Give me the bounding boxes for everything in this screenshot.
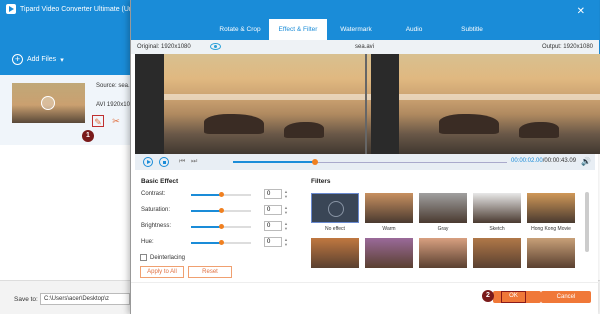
cut-icon[interactable]: ✂ — [110, 115, 122, 127]
reset-button[interactable]: Reset — [188, 266, 232, 278]
brightness-slider-fill — [191, 226, 221, 228]
tab-subtitle[interactable]: Subtitle — [443, 19, 501, 40]
time-display: 00:00:02.00/00:00:43.09 — [511, 158, 576, 164]
filter-thumbnail[interactable] — [365, 238, 413, 268]
contrast-label: Contrast: — [141, 191, 166, 197]
filter-label: No effect — [325, 226, 345, 232]
contrast-slider-handle[interactable] — [218, 192, 224, 197]
stop-icon[interactable] — [159, 157, 169, 167]
filter-thumbnail[interactable] — [311, 238, 359, 268]
contrast-stepper[interactable]: ▲ ▼ — [284, 189, 288, 199]
hue-slider-handle[interactable] — [218, 240, 224, 245]
save-to-label: Save to: — [14, 296, 38, 303]
app-title: Tipard Video Converter Ultimate (Unre — [20, 5, 140, 13]
filter-thumbnail[interactable] — [473, 238, 521, 268]
saturation-input[interactable]: 0 — [264, 205, 282, 215]
filters-scrollbar[interactable] — [585, 192, 589, 252]
deinterlacing-checkbox[interactable] — [140, 254, 147, 261]
output-resolution: Output: 1920x1080 — [541, 44, 593, 50]
contrast-slider-fill — [191, 194, 221, 196]
previous-frame-icon[interactable]: ⏮ — [179, 158, 186, 166]
saturation-label: Saturation: — [141, 207, 171, 213]
app-title-bar: Tipard Video Converter Ultimate (Unre — [6, 4, 139, 14]
brightness-slider-handle[interactable] — [218, 224, 224, 229]
filter-no-effect[interactable] — [311, 193, 359, 223]
playback-controls: ⏮ ⏭ 00:00:02.00/00:00:43.09 🔊 — [135, 154, 595, 170]
add-files-button[interactable]: + Add Files ▾ — [12, 54, 64, 65]
play-icon[interactable] — [143, 157, 153, 167]
cancel-button[interactable]: Cancel — [541, 291, 591, 303]
step-badge-1: 1 — [82, 130, 94, 142]
hue-slider-fill — [191, 242, 221, 244]
edit-tools: ✎ ✂ — [92, 115, 122, 127]
file-list-item[interactable]: Source: sea. AVI 1920x10 ✎ ✂ — [0, 75, 130, 145]
tab-rotate-crop[interactable]: Rotate & Crop — [211, 19, 269, 40]
add-files-label: Add Files — [27, 56, 57, 63]
contrast-input[interactable]: 0 — [264, 189, 282, 199]
tab-audio[interactable]: Audio — [385, 19, 443, 40]
apply-to-all-button[interactable]: Apply to All — [140, 266, 184, 278]
preview-area — [135, 54, 600, 154]
original-preview — [164, 54, 371, 154]
hue-stepper[interactable]: ▲ ▼ — [284, 237, 288, 247]
next-frame-icon[interactable]: ⏭ — [191, 158, 198, 166]
filter-sketch[interactable] — [473, 193, 521, 223]
ok-button[interactable]: OK — [501, 291, 526, 303]
app-logo-icon — [6, 4, 16, 14]
file-meta: AVI 1920x10 — [96, 102, 130, 108]
timeline-progress — [233, 161, 316, 163]
output-preview — [399, 54, 600, 154]
edit-dialog: ✕ Rotate & Crop Effect & Filter Watermar… — [130, 0, 600, 314]
dialog-footer: OK Cancel — [131, 282, 599, 314]
tab-watermark[interactable]: Watermark — [327, 19, 385, 40]
basic-effect-title: Basic Effect — [141, 178, 179, 185]
tab-effect-filter[interactable]: Effect & Filter — [269, 19, 327, 40]
filter-label: Hong Kong Movie — [531, 226, 571, 232]
preview-divider — [365, 54, 367, 154]
plus-icon: + — [12, 54, 23, 65]
hue-input[interactable]: 0 — [264, 237, 282, 247]
edit-icon[interactable]: ✎ — [92, 115, 104, 127]
filter-label: Gray — [437, 226, 449, 232]
play-icon[interactable] — [41, 96, 55, 110]
saturation-slider-handle[interactable] — [218, 208, 224, 213]
filter-gray[interactable] — [419, 193, 467, 223]
brightness-input[interactable]: 0 — [264, 221, 282, 231]
dialog-header: ✕ Rotate & Crop Effect & Filter Watermar… — [131, 0, 599, 40]
tab-bar: Rotate & Crop Effect & Filter Watermark … — [211, 19, 501, 40]
saturation-stepper[interactable]: ▲ ▼ — [284, 205, 288, 215]
time-current: 00:00:02.00 — [511, 158, 543, 164]
filter-warm[interactable] — [365, 193, 413, 223]
chevron-down-icon: ▾ — [60, 56, 64, 64]
eye-icon[interactable] — [210, 43, 221, 50]
filter-thumbnail[interactable] — [419, 238, 467, 268]
filter-label: Warm — [382, 226, 396, 232]
deinterlacing-option[interactable]: Deinterlacing — [140, 254, 185, 261]
original-resolution: Original: 1920x1080 — [137, 44, 191, 50]
file-source: Source: sea. — [96, 83, 130, 89]
save-to-field[interactable]: C:\Users\acer\Desktop\z — [40, 293, 130, 305]
timeline-handle[interactable] — [312, 159, 319, 165]
video-thumbnail[interactable] — [12, 83, 85, 123]
deinterlacing-label: Deinterlacing — [150, 254, 186, 261]
filter-hong-kong-movie[interactable] — [527, 193, 575, 223]
step-badge-2: 2 — [482, 290, 494, 302]
hue-label: Hue: — [141, 239, 154, 245]
volume-icon[interactable]: 🔊 — [581, 157, 591, 166]
brightness-label: Brightness: — [141, 223, 172, 229]
brightness-stepper[interactable]: ▲ ▼ — [284, 221, 288, 231]
file-name: sea.avi — [355, 44, 375, 50]
filter-label: Sketch — [489, 226, 505, 232]
time-total: /00:00:43.09 — [542, 158, 577, 164]
filters-title: Filters — [311, 178, 331, 185]
preview-info-row: Original: 1920x1080 sea.avi Output: 1920… — [131, 40, 599, 54]
filter-thumbnail[interactable] — [527, 238, 575, 268]
close-icon[interactable]: ✕ — [577, 6, 585, 17]
saturation-slider-fill — [191, 210, 221, 212]
